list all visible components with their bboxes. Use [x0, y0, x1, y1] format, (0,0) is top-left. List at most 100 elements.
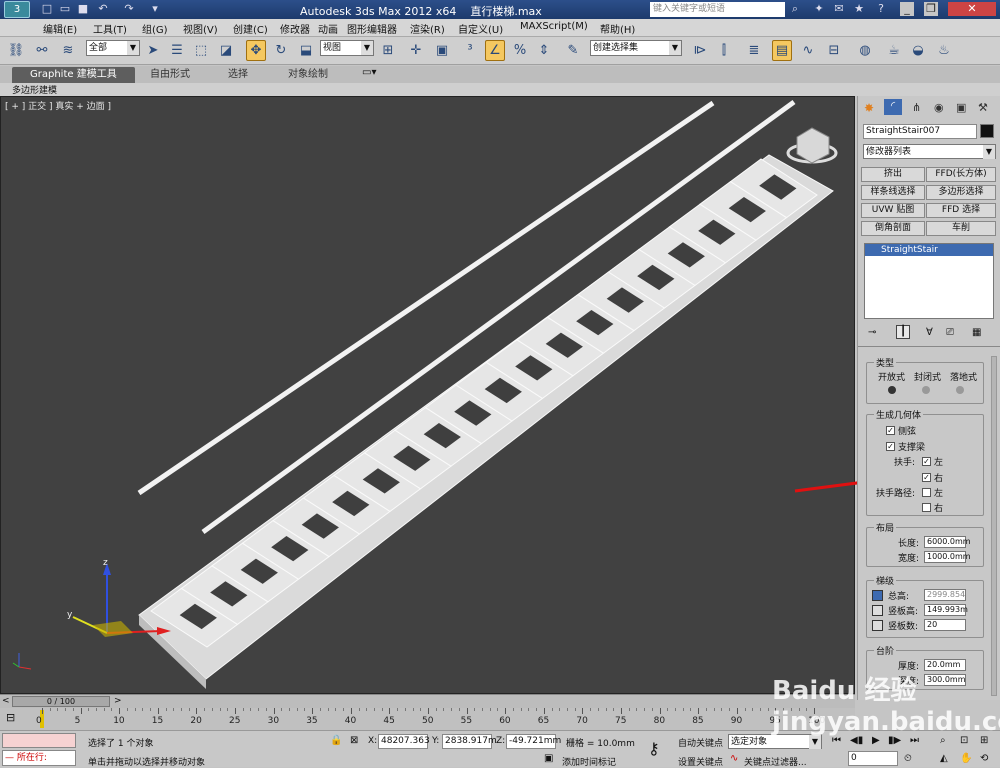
time-slider[interactable]: < 0 / 100 > [0, 694, 855, 708]
pin-stack-icon[interactable]: ⊸ [868, 327, 876, 338]
curve-editor-icon[interactable]: ∿ [798, 40, 818, 61]
mirror-icon[interactable]: ⧐ [690, 40, 710, 61]
bind-space-warp-icon[interactable]: ≋ [58, 40, 78, 61]
app-logo-icon[interactable]: 3 [4, 1, 30, 18]
object-name-field[interactable]: StraightStair007 [863, 124, 977, 139]
panel-scrollbar[interactable] [991, 356, 997, 696]
bevel-profile-button[interactable]: 倒角剖面 [861, 221, 925, 236]
set-key-icon[interactable]: ⚷ [648, 739, 660, 758]
menu-views[interactable]: 视图(V) [183, 21, 218, 36]
prev-frame-arrow-icon[interactable]: < [2, 696, 10, 706]
render-setup-icon[interactable]: ☕ [884, 40, 904, 61]
remove-modifier-icon[interactable]: ⎚ [946, 327, 954, 338]
transform-mode-icon[interactable]: ⊠ [350, 735, 358, 746]
selection-lock-icon[interactable]: 🔒 [330, 735, 342, 746]
maxscript-mini-listener[interactable]: — 所在行: [2, 750, 76, 766]
add-time-tag-button[interactable]: 添加时间标记 [562, 755, 616, 768]
next-frame-arrow-icon[interactable]: > [114, 696, 122, 706]
select-and-manipulate-icon[interactable]: ✛ [406, 40, 426, 61]
close-icon[interactable]: ✕ [948, 2, 996, 16]
menu-animation[interactable]: 动画 [318, 21, 338, 36]
tab-freeform[interactable]: 自由形式 [132, 67, 208, 83]
menu-rendering[interactable]: 渲染(R) [410, 21, 445, 36]
object-color-swatch[interactable] [980, 124, 994, 138]
unlink-icon[interactable]: ⚯ [32, 40, 52, 61]
type-open-radio[interactable] [888, 386, 896, 394]
uvw-map-button[interactable]: UVW 贴图 [861, 203, 925, 218]
quick-access-dropdown-icon[interactable]: ▾ [148, 2, 162, 16]
subscription-icon[interactable]: ✦ [812, 2, 826, 16]
overall-input[interactable]: 2999.854 [924, 589, 966, 601]
select-and-rotate-icon[interactable]: ↻ [271, 40, 291, 61]
select-and-scale-icon[interactable]: ⬓ [296, 40, 316, 61]
create-tab-icon[interactable]: ✸ [864, 101, 874, 115]
riser-ct-lock-icon[interactable] [872, 620, 883, 631]
menu-help[interactable]: 帮助(H) [600, 21, 635, 36]
pivot-center-icon[interactable]: ⊞ [378, 40, 398, 61]
edit-named-selection-icon[interactable]: ✎ [563, 40, 583, 61]
save-icon[interactable]: ■ [76, 2, 90, 16]
key-filter-curve-icon[interactable]: ∿ [730, 753, 738, 764]
time-config-icon[interactable]: ⏲ [904, 753, 912, 764]
poly-select-button[interactable]: 多边形选择 [926, 185, 996, 200]
search-input[interactable]: 键入关键字或短语 [650, 2, 785, 17]
menu-tools[interactable]: 工具(T) [93, 21, 127, 36]
display-tab-icon[interactable]: ▣ [956, 101, 966, 114]
carriage-checkbox[interactable]: ✓ [886, 442, 895, 451]
riser-ht-input[interactable]: 149.993m [924, 604, 968, 616]
utilities-tab-icon[interactable]: ⚒ [978, 101, 988, 114]
motion-tab-icon[interactable]: ◉ [934, 101, 944, 114]
communication-icon[interactable]: ✉ [832, 2, 846, 16]
render-production-icon[interactable]: ♨ [934, 40, 954, 61]
menu-group[interactable]: 组(G) [142, 21, 168, 36]
menu-maxscript[interactable]: MAXScript(M) [520, 21, 588, 32]
restore-icon[interactable]: ❐ [924, 2, 938, 16]
reference-coordinate-dropdown[interactable]: 视图 ▼ [320, 40, 374, 56]
overall-lock-icon[interactable] [872, 590, 883, 601]
maxscript-listener[interactable] [2, 733, 76, 748]
minimize-icon[interactable]: _ [900, 2, 914, 16]
handrail-left-checkbox[interactable]: ✓ [922, 457, 931, 466]
time-tag-icon[interactable]: ▣ [544, 753, 553, 764]
layer-manager-icon[interactable]: ≣ [744, 40, 764, 61]
lathe-button[interactable]: 车削 [926, 221, 996, 236]
key-filters-button[interactable]: 关键点过滤器... [744, 755, 807, 768]
x-coordinate-input[interactable]: 48207.363 [378, 734, 430, 749]
handrail-right-checkbox[interactable]: ✓ [922, 473, 931, 482]
graphite-toggle-icon[interactable]: ▤ [772, 40, 792, 61]
schematic-view-icon[interactable]: ⊟ [824, 40, 844, 61]
selection-filter-dropdown[interactable]: 全部 ▼ [86, 40, 140, 56]
time-slider-thumb[interactable]: 0 / 100 [12, 696, 110, 707]
select-and-move-icon[interactable]: ✥ [246, 40, 266, 61]
riser-ct-input[interactable]: 20 [924, 619, 966, 631]
riser-ht-lock-icon[interactable] [872, 605, 883, 616]
redo-icon[interactable]: ↷ [122, 2, 136, 16]
window-crossing-icon[interactable]: ◪ [216, 40, 236, 61]
orbit-icon[interactable]: ⟲ [980, 753, 988, 764]
type-boxed-radio[interactable] [956, 386, 964, 394]
help-icon[interactable]: ? [874, 2, 888, 16]
new-file-icon[interactable]: □ [40, 2, 54, 16]
type-closed-radio[interactable] [922, 386, 930, 394]
select-object-icon[interactable]: ➤ [143, 40, 163, 61]
auto-key-button[interactable]: 自动关键点 [678, 736, 723, 749]
make-unique-icon[interactable]: ∀ [926, 327, 933, 338]
width-input[interactable]: 1000.0mm [924, 551, 971, 563]
field-of-view-icon[interactable]: ◭ [940, 753, 948, 764]
perspective-viewport[interactable]: [ + ] 正交 ] 真实 + 边面 ] z y [0, 96, 968, 694]
z-coordinate-input[interactable]: -49.721mm [506, 734, 561, 749]
spline-select-button[interactable]: 样条线选择 [861, 185, 925, 200]
tab-graphite-modeling[interactable]: Graphite 建模工具 [12, 67, 135, 83]
show-end-result-icon[interactable]: ┃ [896, 325, 910, 339]
stack-item-straightstair[interactable]: StraightStair [865, 244, 993, 256]
named-selection-set-dropdown[interactable]: 创建选择集 ▼ [590, 40, 682, 56]
binoculars-icon[interactable]: ⌕ [788, 2, 802, 16]
rail-path-right-checkbox[interactable] [922, 503, 931, 512]
current-frame-input[interactable]: 0 [848, 751, 898, 766]
menu-graph-editors[interactable]: 图形编辑器 [347, 21, 397, 36]
configure-modifier-sets-icon[interactable]: ▦ [972, 327, 981, 338]
select-by-name-icon[interactable]: ☰ [167, 40, 187, 61]
rendered-frame-icon[interactable]: ◒ [908, 40, 928, 61]
ffd-box-button[interactable]: FFD(长方体) [926, 167, 996, 182]
menu-customize[interactable]: 自定义(U) [458, 21, 503, 36]
